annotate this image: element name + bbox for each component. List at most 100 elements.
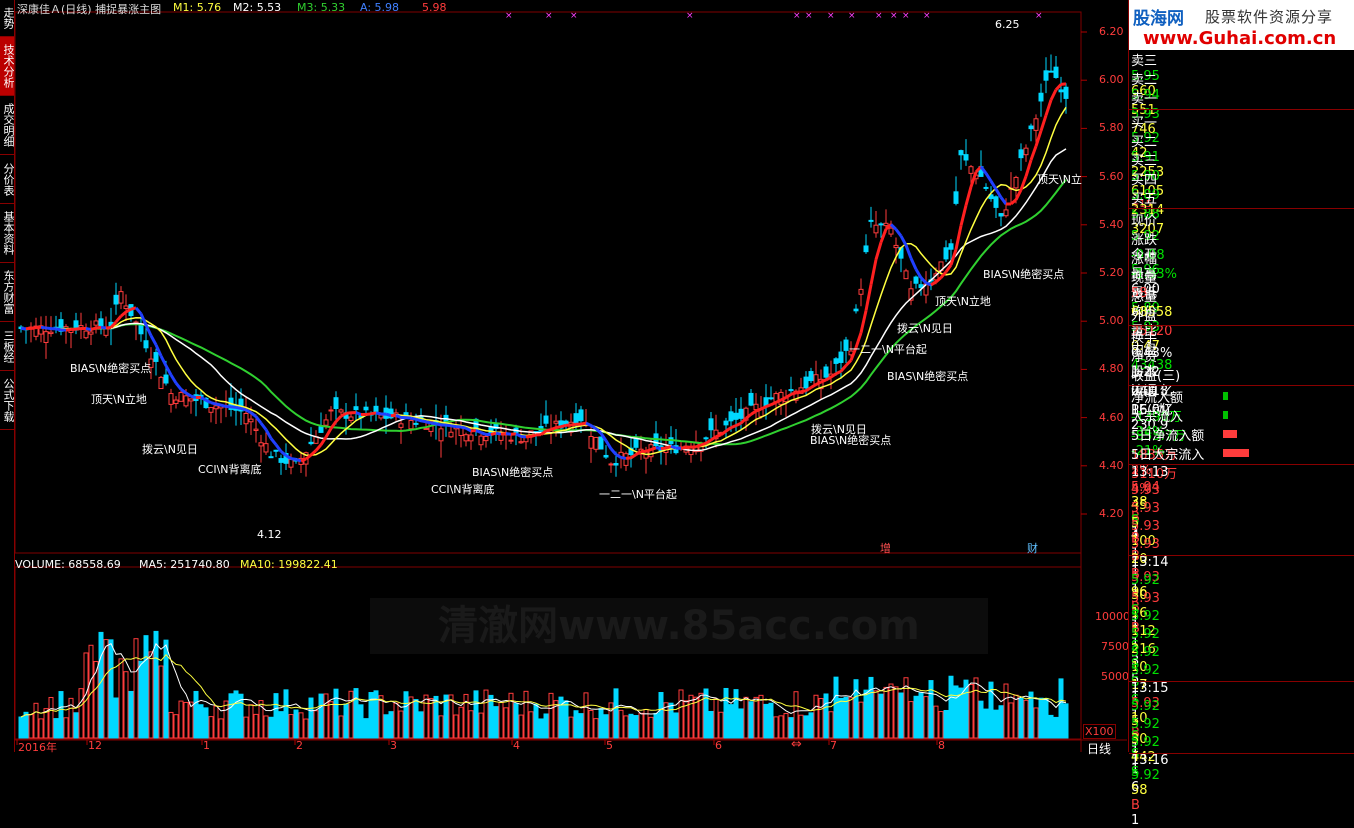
- cai-marker[interactable]: 财: [1027, 540, 1038, 556]
- tab-price-table[interactable]: 分价表: [0, 155, 14, 204]
- quote-label: 涨跌: [1131, 229, 1353, 248]
- signal-annotation: CCI\N背离底: [198, 461, 262, 477]
- tab-trend[interactable]: 走势: [0, 0, 14, 37]
- svg-text:×: ×: [545, 11, 553, 21]
- order-label: 卖三: [1131, 50, 1353, 69]
- fund-label: 换手: [1131, 327, 1353, 346]
- x-axis-label: 7: [830, 739, 837, 752]
- svg-text:×: ×: [1035, 11, 1043, 21]
- fund-flow-row: 5日大宗流入3110万4%: [1131, 444, 1353, 462]
- quote-panel: 股海网 股票软件资源分享 www.Guhai.com.cn 卖三5.95660卖…: [1128, 0, 1354, 752]
- tick-count: 1: [1131, 813, 1353, 828]
- quote-row: 涨跌-0.08最高6.00: [1131, 229, 1353, 247]
- tick-row: 5.935B1: [1131, 501, 1353, 519]
- order-label: 卖二: [1131, 69, 1353, 88]
- sell-row: 卖三5.95660: [1131, 50, 1353, 68]
- svg-text:×: ×: [848, 11, 856, 21]
- fund-flow-row: 5日净流入额1835万2%: [1131, 425, 1353, 443]
- quote-label: 总量: [1131, 286, 1353, 305]
- tick-time: 13:16: [1131, 753, 1353, 768]
- tick-row: 5.92442S6: [1131, 735, 1353, 753]
- tick-price: 5.92: [1131, 735, 1353, 750]
- svg-text:×: ×: [505, 11, 513, 21]
- x-axis-label: 5: [606, 739, 613, 752]
- tick-row: 5.9230S1: [1131, 717, 1353, 735]
- svg-text:×: ×: [902, 11, 910, 21]
- kline-chart-area[interactable]: ××××××××××××× 深康佳Ａ(日线) 捕捉暴涨主图 M1: 5.76 M…: [15, 0, 1127, 752]
- tab-third-board[interactable]: 三板经: [0, 322, 14, 371]
- quote-label: 现量: [1131, 267, 1353, 286]
- volume-ma5: MA5: 251740.80: [139, 558, 230, 571]
- x-axis-label: 2: [296, 739, 303, 752]
- tick-time: 13:13: [1131, 465, 1353, 480]
- zeng-marker[interactable]: 增: [880, 540, 891, 556]
- fund-flow-row: 大宗流入-855.7万-21%: [1131, 406, 1353, 424]
- tick-row: 13:135.9438B1: [1131, 465, 1353, 483]
- tick-row: 13:155.9310B1: [1131, 681, 1353, 699]
- quote-row: 涨幅-1.33%最低5.89: [1131, 248, 1353, 266]
- divider: [1129, 208, 1354, 209]
- tick-row: 5.9217S1: [1131, 663, 1353, 681]
- flow-label: 大宗流入: [1131, 406, 1353, 425]
- x-axis-label: 1: [203, 739, 210, 752]
- tab-eastmoney[interactable]: 东方财富: [0, 263, 14, 322]
- tick-time: 13:14: [1131, 555, 1353, 570]
- signal-annotation: 顶天\N立地: [935, 293, 991, 309]
- tick-row: 5.9230S1: [1131, 573, 1353, 591]
- tick-row: 5.925S1: [1131, 699, 1353, 717]
- tick-row: 13:165.9258B1: [1131, 753, 1353, 771]
- svg-text:×: ×: [875, 11, 883, 21]
- price-axis-label: 5.80: [1099, 121, 1124, 134]
- x-axis-label: 2016年: [18, 739, 57, 755]
- scroll-handle-icon[interactable]: ⇔: [791, 737, 802, 752]
- tab-formula-download[interactable]: 公式下载: [0, 371, 14, 430]
- tick-row: 5.92112S3: [1131, 609, 1353, 627]
- tick-price: 5.93: [1131, 537, 1353, 552]
- fundamental-row: 收益(三)0.013PE(动)230.9: [1131, 365, 1353, 383]
- signal-annotation: 拨云\N见日: [142, 441, 198, 457]
- signal-annotation: 顶天\N立: [1037, 171, 1082, 187]
- logo-brand: 股海网: [1133, 4, 1184, 29]
- quote-row: 现价5.92今开5.96: [1131, 210, 1353, 228]
- logo-url: www.Guhai.com.cn: [1143, 28, 1336, 49]
- buy-row: 买一5.9242: [1131, 112, 1353, 130]
- svg-text:×: ×: [805, 11, 813, 21]
- tab-trade-details[interactable]: 成交明细: [0, 96, 14, 155]
- tick-price: 5.92: [1131, 627, 1353, 642]
- volume-unit: X100: [1083, 724, 1116, 739]
- tick-price: 5.92: [1131, 768, 1353, 783]
- buy-row: 买三5.906105+15: [1131, 150, 1353, 168]
- tick-price: 5.92: [1131, 717, 1353, 732]
- signal-annotation: BIAS\N绝密买点: [887, 368, 968, 384]
- order-label: 卖一: [1131, 88, 1353, 107]
- svg-text:×: ×: [827, 11, 835, 21]
- tick-time: 13:15: [1131, 681, 1353, 696]
- price-axis-label: 4.20: [1099, 507, 1124, 520]
- tab-basic-info[interactable]: 基本资料: [0, 204, 14, 263]
- sell-row: 卖二5.94551: [1131, 69, 1353, 87]
- order-label: 买二: [1131, 131, 1353, 150]
- tab-technical-analysis[interactable]: 技术分析: [0, 37, 14, 96]
- period-label[interactable]: 日线: [1087, 740, 1111, 757]
- divider: [1129, 385, 1354, 386]
- tick-row: 13:145.9396B1: [1131, 555, 1353, 573]
- signal-annotation: 一二一\N平台起: [599, 486, 677, 502]
- indicator-extra: 5.98: [422, 1, 447, 14]
- signal-annotation: BIAS\N绝密买点: [70, 360, 151, 376]
- svg-text:×: ×: [570, 11, 578, 21]
- quote-row: 现量58均价5.93: [1131, 267, 1353, 285]
- tick-row: 5.93100B1: [1131, 519, 1353, 537]
- fund-flow-row: 净流入额-1390万-34%: [1131, 387, 1353, 405]
- indicator-m3: M3: 5.33: [297, 1, 345, 14]
- sell-row: 卖一5.93746: [1131, 88, 1353, 106]
- tick-price: 5.93: [1131, 483, 1353, 498]
- vol-axis-10000: 10000: [1095, 610, 1130, 623]
- fundamental-row: 换手0.43%股本24.1亿: [1131, 327, 1353, 345]
- divider: [1129, 325, 1354, 326]
- flow-label: 净流入额: [1131, 387, 1353, 406]
- indicator-m1: M1: 5.76: [173, 1, 221, 14]
- tick-row: 5.9316B1: [1131, 591, 1353, 609]
- chart-title: 深康佳Ａ(日线) 捕捉暴涨主图: [17, 1, 161, 17]
- low-price-label: 4.12: [257, 528, 282, 541]
- quote-row: 总量68558量比0.47: [1131, 286, 1353, 304]
